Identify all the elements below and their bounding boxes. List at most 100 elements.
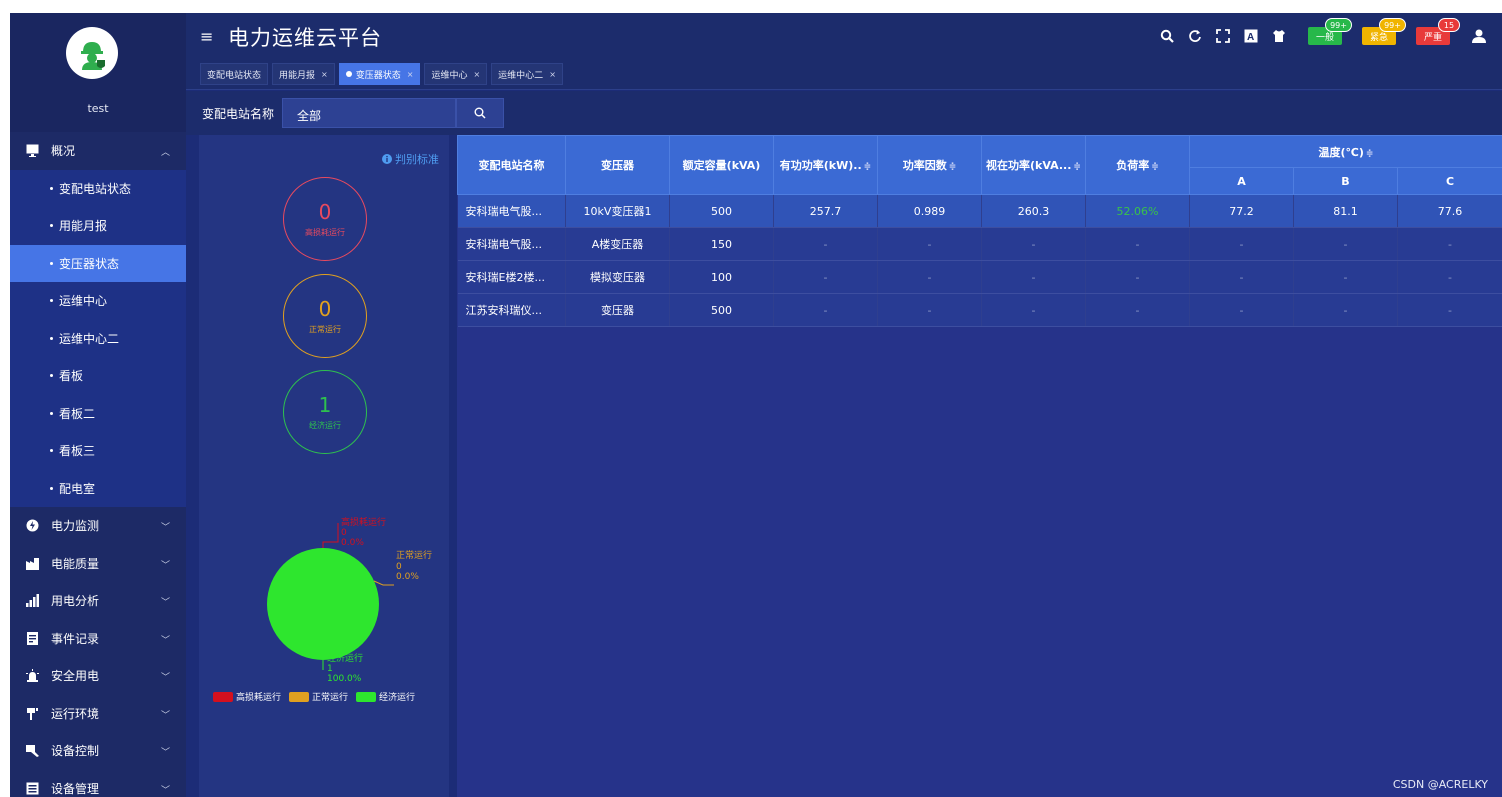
menu-group-label: 设备管理 (51, 781, 100, 796)
alarm-button-0[interactable]: 一般 99+ (1307, 18, 1352, 45)
alarm-label: 严重 (1423, 32, 1442, 43)
search-button[interactable] (456, 98, 504, 128)
column-header-6[interactable]: 负荷率 ≑ (1085, 135, 1190, 195)
sidebar-item-5[interactable]: 看板 (10, 357, 186, 395)
transformer-table: 变配电站名称 变压器 额定容量(kVA) 有功功率(kW).. ≑ 功率因数 ≑ 视在功率(k… (457, 135, 1502, 327)
tab-1[interactable]: 用能月报 × (272, 63, 335, 85)
table-cell: - (1397, 227, 1502, 261)
menu-group-3[interactable]: 用电分析 ﹀ (10, 582, 186, 620)
status-circle-2[interactable]: 1 经济运行 (283, 370, 367, 454)
table-cell: - (877, 293, 982, 327)
station-select[interactable]: 全部 (282, 98, 456, 128)
bullet-icon (50, 299, 53, 303)
refresh-icon[interactable] (1186, 27, 1204, 45)
sort-icon[interactable]: ≑ (1151, 162, 1159, 172)
pie-label-value: 0 (396, 562, 402, 572)
filter-label: 变配电站名称 (202, 107, 275, 121)
theme-icon[interactable] (1270, 27, 1288, 45)
temp-phase-header: B (1293, 167, 1398, 195)
table-cell: 81.1 (1293, 194, 1398, 228)
legend-label: 高损耗运行 (236, 693, 282, 703)
alarm-button-2[interactable]: 严重 15 (1415, 18, 1460, 45)
pie-label-name: 正常运行 (396, 549, 432, 561)
tab-2[interactable]: 变压器状态 × (338, 63, 421, 85)
column-header-4[interactable]: 功率因数 ≑ (877, 135, 982, 195)
fullscreen-icon[interactable] (1214, 27, 1232, 45)
pie-label-value: 1 (327, 664, 333, 674)
menu-group-4[interactable]: 事件记录 ﹀ (10, 619, 186, 657)
sidebar-item-3[interactable]: 运维中心 (10, 282, 186, 320)
tab-3[interactable]: 运维中心 × (424, 63, 488, 85)
tab-4[interactable]: 运维中心二 × (491, 63, 563, 85)
environment-icon (25, 706, 39, 720)
legend-item-0[interactable]: 高损耗运行 (213, 690, 281, 703)
menu-toggle-icon[interactable]: ≡ (200, 27, 213, 46)
sidebar-item-6[interactable]: 看板二 (10, 394, 186, 432)
menu-group-6[interactable]: 运行环境 ﹀ (10, 694, 186, 732)
control-icon (25, 744, 39, 758)
column-header-5[interactable]: 视在功率(kVA... ≑ (981, 135, 1086, 195)
alarm-button-1[interactable]: 紧急 99+ (1361, 18, 1406, 45)
table-row[interactable]: 江苏安科瑞仪... 变压器 500- - - - - - - (457, 293, 1502, 327)
status-count: 1 (318, 393, 332, 417)
user-icon[interactable] (1470, 27, 1488, 45)
criteria-link[interactable]: 判别标准 (382, 151, 439, 167)
chevron-up-icon: ︿ (160, 148, 170, 158)
close-icon[interactable]: × (321, 70, 328, 79)
table-row[interactable]: 安科瑞电气股... 10kV变压器1 500 257.7 0.989 260.3 52.06… (457, 194, 1502, 228)
tab-bar: 变配电站状态 用能月报 × 变压器状态 × 运维中心 × 运维中心二 × (200, 63, 563, 85)
column-header-7[interactable]: 温度(℃) ≑ (1189, 135, 1502, 168)
table-row[interactable]: 安科瑞E楼2楼... 模拟变压器 100- - - - - - - (457, 260, 1502, 294)
table-cell: - (1189, 260, 1294, 294)
menu-group-8[interactable]: 设备管理 ﹀ (10, 769, 186, 797)
header-row: 变配电站名称 变压器 额定容量(kVA) 有功功率(kW).. ≑ 功率因数 ≑ 视在功率(k… (457, 135, 1502, 195)
table-cell: - (773, 293, 878, 327)
close-icon[interactable]: × (549, 70, 556, 79)
translate-icon[interactable]: A (1242, 27, 1260, 45)
column-header-label: 变压器 (601, 159, 634, 172)
sort-icon[interactable]: ≑ (1073, 162, 1081, 172)
column-header-label: 额定容量(kVA) (682, 159, 761, 172)
menu-group-label: 概况 (51, 144, 76, 159)
svg-text:A: A (1247, 32, 1254, 43)
sidebar-item-4[interactable]: 运维中心二 (10, 319, 186, 357)
menu-group-2[interactable]: 电能质量 ﹀ (10, 544, 186, 582)
sidebar-item-1[interactable]: 用能月报 (10, 207, 186, 245)
criteria-label: 判别标准 (395, 153, 439, 166)
table-row[interactable]: 安科瑞电气股... A楼变压器 150- - - - - - - (457, 227, 1502, 261)
sidebar-item-8[interactable]: 配电室 (10, 469, 186, 507)
close-icon[interactable]: × (473, 70, 480, 79)
sidebar-item-2[interactable]: 变压器状态 (10, 244, 186, 282)
alarm-count-badge: 15 (1438, 18, 1460, 32)
table-cell: - (1189, 227, 1294, 261)
sidebar-item-0[interactable]: 变配电站状态 (10, 169, 186, 207)
legend-item-1[interactable]: 正常运行 (289, 690, 348, 703)
table-cell: - (773, 227, 878, 261)
menu-group-label: 用电分析 (51, 594, 100, 609)
sort-icon[interactable]: ≑ (949, 162, 957, 172)
legend-item-2[interactable]: 经济运行 (356, 690, 415, 703)
sidebar-item-7[interactable]: 看板三 (10, 432, 186, 470)
chevron-down-icon: ﹀ (160, 598, 170, 608)
menu-group-7[interactable]: 设备控制 ﹀ (10, 732, 186, 770)
pie-label-percent: 0.0% (396, 572, 419, 582)
close-icon[interactable]: × (407, 70, 414, 79)
status-circle-1[interactable]: 0 正常运行 (283, 274, 367, 358)
tab-0[interactable]: 变配电站状态 (200, 63, 269, 85)
sort-icon[interactable]: ≑ (864, 162, 872, 172)
table-cell: - (1085, 293, 1190, 327)
menu-group-1[interactable]: 电力监测 ﹀ (10, 507, 186, 545)
search-icon[interactable] (1158, 27, 1176, 45)
pie-slice-2[interactable] (267, 548, 379, 660)
watermark: CSDN @ACRELKY (1392, 778, 1488, 791)
menu-group-0[interactable]: 概况 ︿ (10, 132, 186, 170)
sort-icon[interactable]: ≑ (1366, 149, 1374, 159)
column-header-3[interactable]: 有功功率(kW).. ≑ (773, 135, 878, 195)
status-circle-0[interactable]: 0 高损耗运行 (283, 177, 367, 261)
menu-group-5[interactable]: 安全用电 ﹀ (10, 657, 186, 695)
avatar[interactable] (66, 27, 118, 79)
table-cell: 257.7 (773, 194, 878, 228)
column-header-label: 变配电站名称 (478, 159, 545, 172)
table-cell: 安科瑞电气股... (457, 227, 566, 261)
pie-label-value: 0 (341, 528, 347, 538)
